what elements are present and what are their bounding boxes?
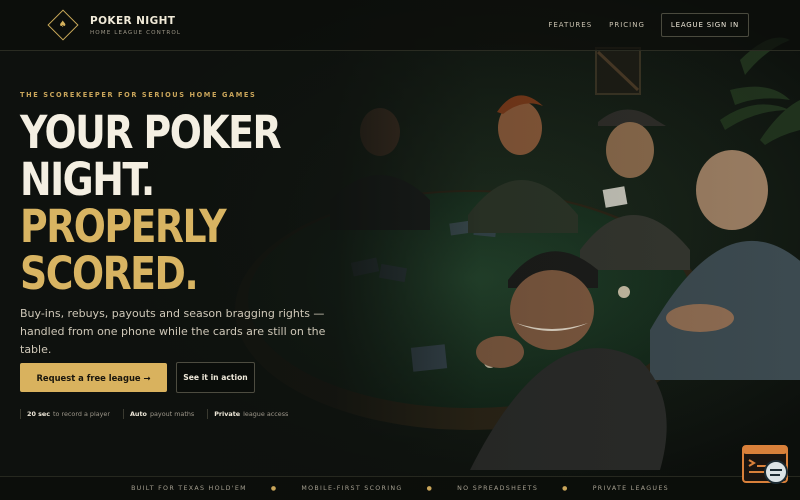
- ticker-item: BUILT FOR TEXAS HOLD'EM: [131, 485, 247, 492]
- main-nav: FEATURES PRICING LEAGUE SIGN IN: [548, 13, 749, 37]
- brand-home-link[interactable]: ♠ POKER NIGHT HOME LEAGUE CONTROL: [47, 9, 181, 41]
- help-widget-icon[interactable]: [742, 444, 792, 488]
- stat-label: league access: [243, 410, 289, 418]
- stat-item: Auto payout maths: [122, 409, 195, 419]
- request-free-league-button[interactable]: Request a free league →: [20, 363, 167, 392]
- headline-line-1: YOUR POKER: [20, 106, 282, 159]
- hero-headline: YOUR POKER NIGHT. PROPERLY SCORED.: [20, 109, 330, 297]
- hero-subcopy: Buy-ins, rebuys, payouts and season brag…: [20, 307, 326, 356]
- see-it-in-action-button[interactable]: See it in action: [176, 362, 255, 393]
- headline-line-2: NIGHT.: [20, 153, 155, 206]
- ticker-dot-icon: ●: [562, 485, 569, 492]
- headline-line-3: PROPERLY: [20, 200, 227, 253]
- stat-item: Private league access: [207, 409, 288, 419]
- stat-value: Private: [214, 410, 241, 418]
- brand-tagline: HOME LEAGUE CONTROL: [90, 29, 182, 36]
- nav-link-pricing[interactable]: PRICING: [609, 21, 645, 29]
- ticker-item: MOBILE-FIRST SCORING: [301, 485, 403, 492]
- stat-value: Auto: [129, 410, 147, 418]
- league-sign-in-button[interactable]: LEAGUE SIGN IN: [660, 13, 749, 37]
- ticker-item: PRIVATE LEAGUES: [592, 485, 669, 492]
- stat-label: to record a player: [53, 410, 110, 418]
- headline-line-4: SCORED.: [20, 247, 199, 300]
- hero-eyebrow: THE SCOREKEEPER FOR SERIOUS HOME GAMES: [20, 91, 257, 99]
- brand-wordmark: POKER NIGHT HOME LEAGUE CONTROL: [90, 15, 181, 36]
- stat-item: 20 sec to record a player: [20, 409, 110, 419]
- ticker-item: NO SPREADSHEETS: [457, 485, 539, 492]
- ticker-dot-icon: ●: [270, 485, 278, 492]
- hero-stats: 20 sec to record a player Auto payout ma…: [20, 409, 301, 419]
- stat-label: payout maths: [149, 410, 195, 418]
- ticker-dot-icon: ●: [426, 485, 434, 492]
- spade-diamond-icon: ♠: [47, 9, 79, 41]
- nav-link-features[interactable]: FEATURES: [548, 21, 592, 29]
- feature-ticker: BUILT FOR TEXAS HOLD'EM ● MOBILE-FIRST S…: [0, 476, 800, 500]
- site-header: ♠ POKER NIGHT HOME LEAGUE CONTROL FEATUR…: [0, 0, 800, 51]
- stat-value: 20 sec: [27, 410, 51, 418]
- brand-name: POKER NIGHT: [90, 14, 176, 27]
